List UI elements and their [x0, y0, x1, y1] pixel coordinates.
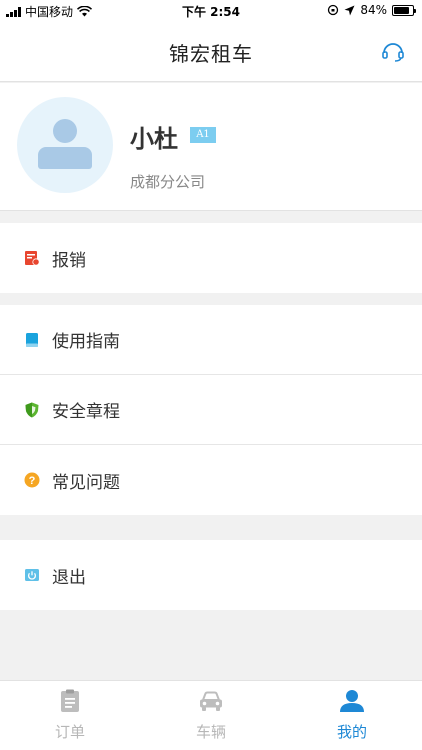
menu-item-label: 安全章程 [52, 402, 120, 422]
menu-item-label: 报销 [52, 250, 86, 271]
clipboard-icon [61, 689, 79, 712]
person-icon [340, 690, 364, 712]
menu-group-info: 使用指南 安全章程 ? 常见问题 [0, 305, 422, 515]
receipt-icon [25, 251, 40, 266]
tab-label: 订单 [54, 723, 85, 741]
tab-label: 车辆 [195, 723, 226, 741]
battery-icon [392, 4, 416, 16]
navigation-bar: 锦宏租车 [0, 22, 422, 82]
svg-text:?: ? [29, 475, 36, 487]
menu-group-finance: 报销 [0, 223, 422, 293]
menu-group-account: 退出 [0, 540, 422, 610]
level-badge: A1 [190, 127, 216, 143]
car-icon [200, 691, 222, 711]
headset-icon[interactable] [380, 39, 406, 65]
battery-percent: 84% [360, 3, 387, 17]
profile-card[interactable]: 小杜 A1 成都分公司 [0, 83, 422, 211]
user-avatar-icon[interactable] [17, 97, 113, 193]
menu-item-safety-rules[interactable]: 安全章程 [0, 375, 422, 445]
page-title: 锦宏租车 [169, 42, 253, 66]
book-icon [26, 332, 38, 347]
tab-label: 我的 [336, 723, 367, 741]
tab-mine[interactable]: 我的 [282, 681, 422, 750]
company-name: 成都分公司 [130, 173, 206, 191]
tab-bar: 订单 车辆 我的 [0, 680, 422, 750]
menu-item-logout[interactable]: 退出 [0, 540, 422, 610]
location-icon [344, 5, 355, 15]
menu-item-label: 常见问题 [52, 472, 120, 493]
tab-vehicles[interactable]: 车辆 [141, 681, 281, 750]
tab-orders[interactable]: 订单 [0, 681, 140, 750]
question-icon: ? [24, 472, 40, 488]
status-bar: 中国移动 下午 2:54 84% [0, 0, 422, 22]
menu-item-label: 退出 [52, 567, 86, 588]
user-name: 小杜 [130, 125, 178, 153]
shield-icon [25, 402, 39, 417]
power-icon [25, 569, 39, 581]
menu-item-faq[interactable]: ? 常见问题 [0, 445, 422, 515]
orientation-lock-icon [328, 4, 339, 16]
menu-item-label: 使用指南 [52, 332, 120, 352]
menu-item-user-guide[interactable]: 使用指南 [0, 305, 422, 375]
menu-item-reimbursement[interactable]: 报销 [0, 223, 422, 293]
